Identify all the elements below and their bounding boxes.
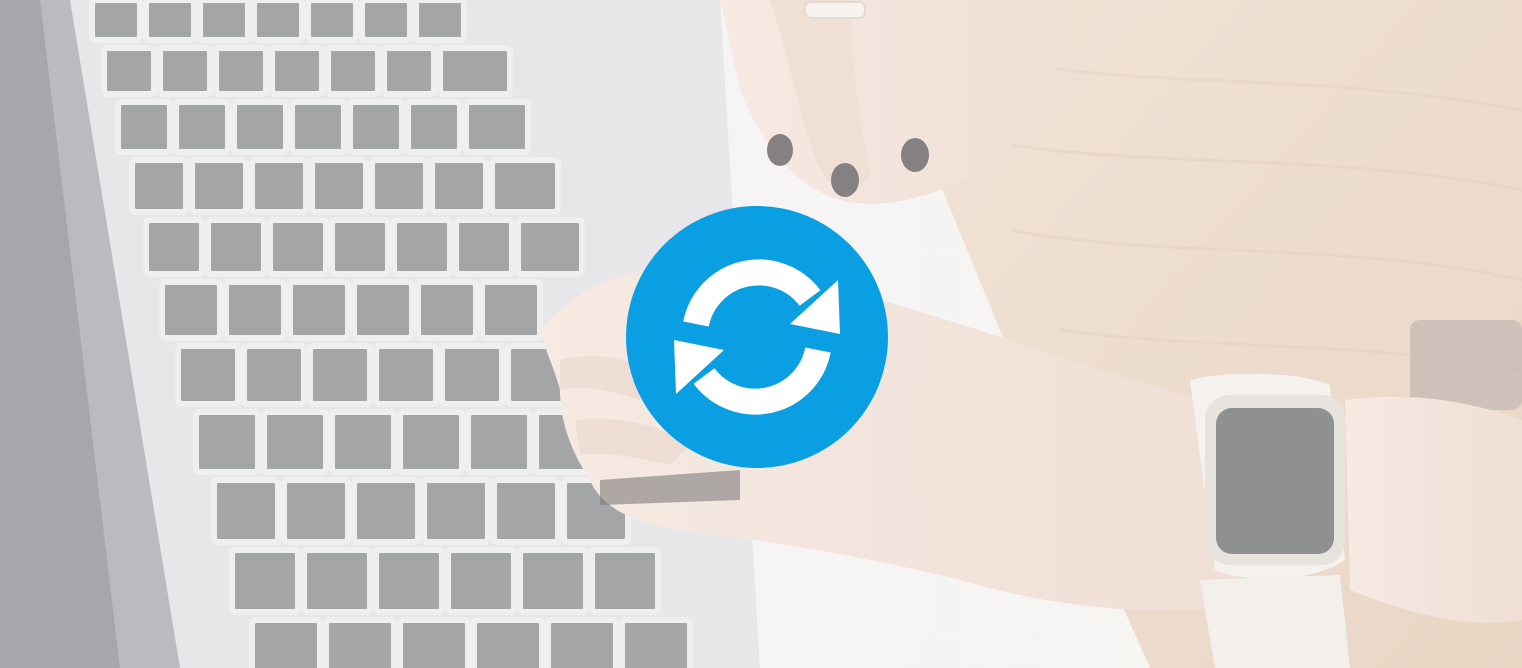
sync-button[interactable] (626, 206, 888, 468)
sync-icon (626, 206, 888, 468)
hero-image (0, 0, 1522, 668)
